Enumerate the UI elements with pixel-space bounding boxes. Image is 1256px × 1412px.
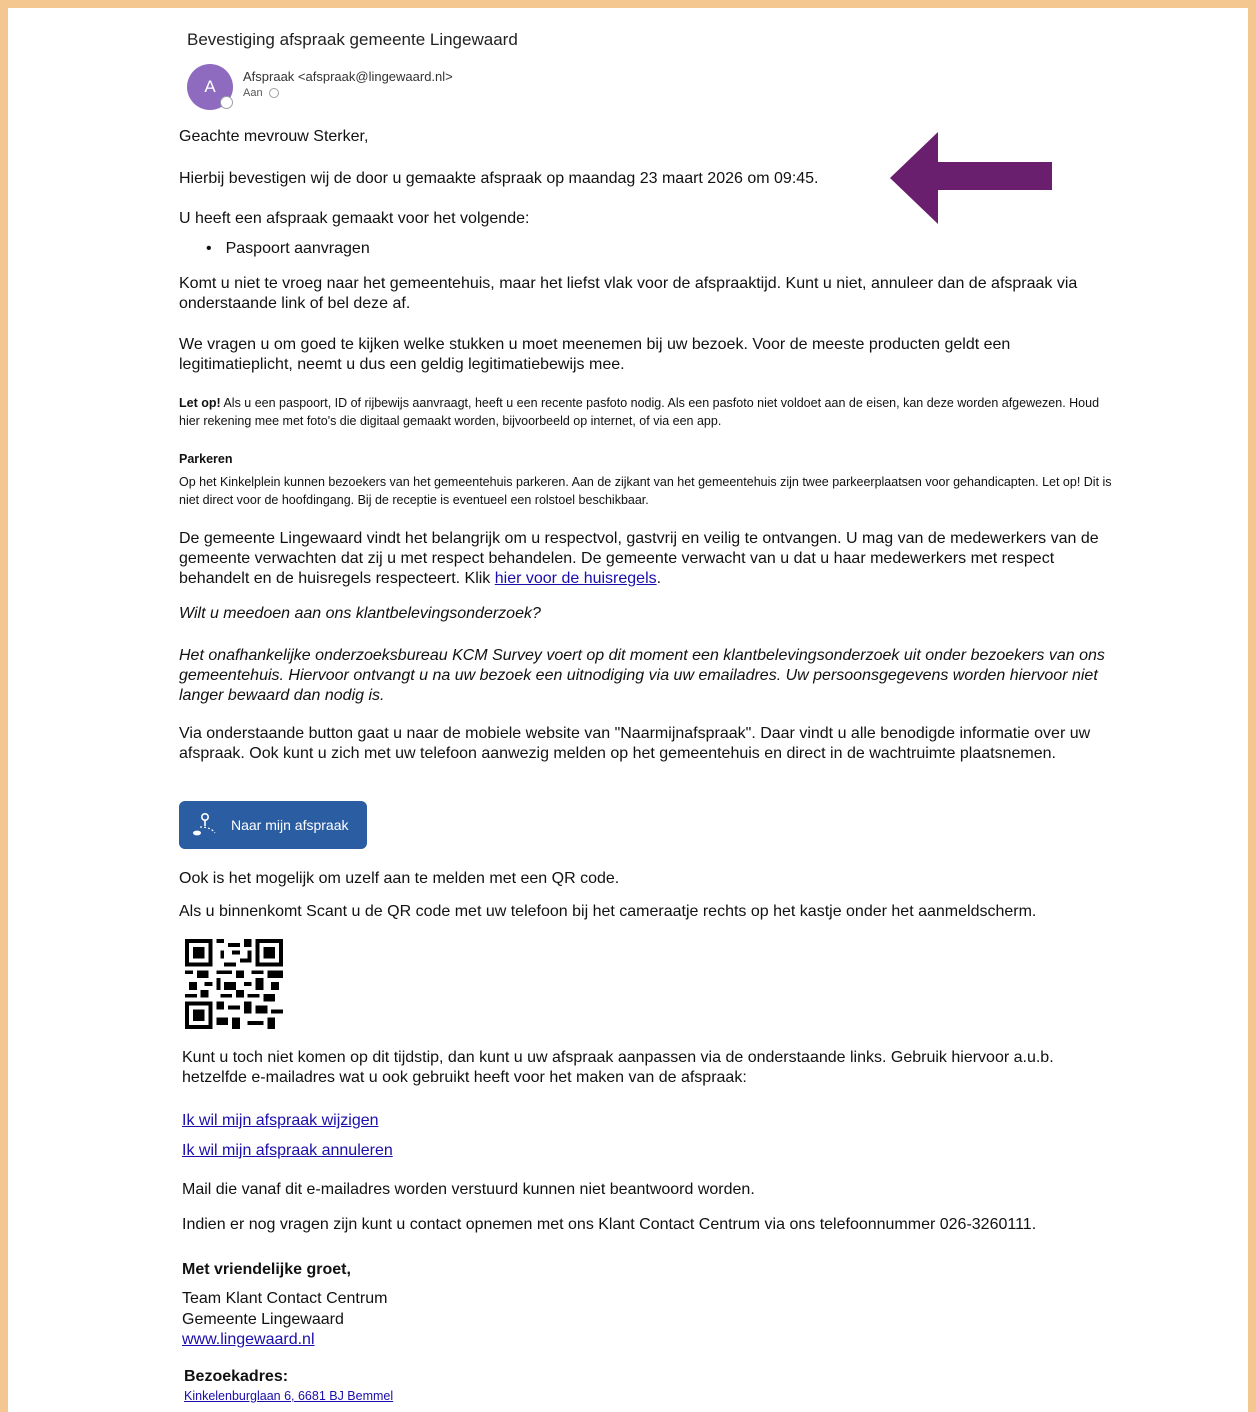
- cancel-link-line: Ik wil mijn afspraak annuleren: [182, 1141, 1117, 1161]
- change-text: Kunt u toch niet komen op dit tijdstip, …: [182, 1049, 1054, 1086]
- my-appointment-button-label: Naar mijn afspraak: [231, 817, 349, 833]
- qr-code: [185, 939, 283, 1029]
- list-item-label: Paspoort aanvragen: [225, 240, 370, 257]
- website-line: www.lingewaard.nl: [182, 1330, 1117, 1350]
- survey-text: Het onafhankelijke onderzoeksbureau KCM …: [179, 647, 1105, 704]
- closing: Met vriendelijke groet,: [182, 1261, 351, 1278]
- organisation-name: Gemeente Lingewaard: [182, 1311, 344, 1328]
- to-label: Aan: [243, 87, 263, 99]
- respect-text: De gemeente Lingewaard vindt het belangr…: [179, 529, 1114, 589]
- location-route-icon: [193, 812, 216, 836]
- timing-text: Komt u niet te vroeg naar het gemeentehu…: [179, 275, 1078, 312]
- list-item: • Paspoort aanvragen: [206, 240, 370, 258]
- change-appointment-link[interactable]: Ik wil mijn afspraak wijzigen: [182, 1112, 379, 1129]
- address-label: Bezoekadres:: [184, 1368, 289, 1385]
- email-subject: Bevestiging afspraak gemeente Lingewaard: [187, 30, 518, 49]
- cancel-appointment-link[interactable]: Ik wil mijn afspraak annuleren: [182, 1142, 393, 1159]
- button-intro: Via onderstaande button gaat u naar de m…: [179, 725, 1091, 762]
- parking-text: Op het Kinkelplein kunnen bezoekers van …: [179, 475, 1112, 507]
- survey-question: Wilt u meedoen aan ons klantbelevingsond…: [179, 605, 541, 622]
- no-reply-text: Mail die vanaf dit e-mailadres worden ve…: [182, 1181, 755, 1198]
- recipient-status-icon: [268, 88, 279, 98]
- presence-icon: [220, 96, 233, 109]
- sender-address[interactable]: Afspraak <afspraak@lingewaard.nl>: [243, 69, 453, 84]
- address-link[interactable]: Kinkelenburglaan 6, 6681 BJ Bemmel: [184, 1389, 393, 1403]
- my-appointment-button[interactable]: Naar mijn afspraak: [179, 801, 367, 849]
- qr-instruction: Als u binnenkomt Scant u de QR code met …: [179, 903, 1037, 920]
- address-line: Kinkelenburglaan 6, 6681 BJ Bemmel: [184, 1387, 1119, 1405]
- house-rules-link[interactable]: hier voor de huisregels: [495, 570, 657, 587]
- intro-text: U heeft een afspraak gemaakt voor het vo…: [179, 210, 530, 227]
- photo-notice: Let op! Als u een paspoort, ID of rijbew…: [179, 394, 1114, 430]
- parking-title: Parkeren: [179, 452, 233, 466]
- contact-text: Indien er nog vragen zijn kunt u contact…: [182, 1216, 1037, 1233]
- bullet-icon: •: [206, 240, 212, 257]
- recipient-line: Aan: [243, 87, 279, 99]
- notice-text: Als u een paspoort, ID of rijbewijs aanv…: [179, 396, 1100, 428]
- documents-text: We vragen u om goed te kijken welke stuk…: [179, 336, 1011, 373]
- change-link-line: Ik wil mijn afspraak wijzigen: [182, 1111, 1117, 1131]
- notice-label: Let op!: [179, 396, 221, 410]
- qr-intro: Ook is het mogelijk om uzelf aan te meld…: [179, 870, 620, 887]
- team-name: Team Klant Contact Centrum: [182, 1290, 388, 1307]
- website-link[interactable]: www.lingewaard.nl: [182, 1331, 315, 1348]
- avatar-letter: A: [204, 77, 216, 96]
- respect-end: .: [656, 570, 662, 587]
